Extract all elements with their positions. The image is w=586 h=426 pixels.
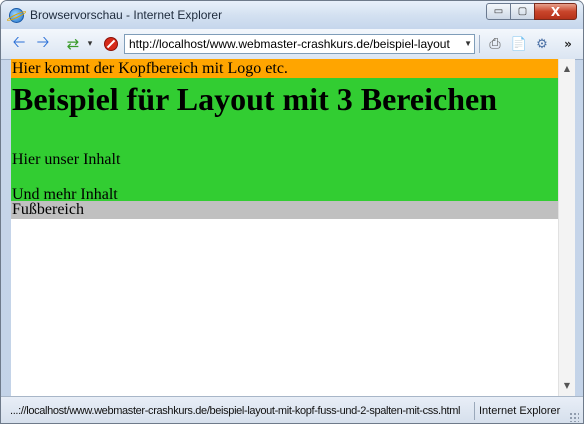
tools-icon[interactable]: ⚙ xyxy=(533,35,551,53)
page-content: Hier kommt der Kopfbereich mit Logo etc.… xyxy=(11,59,558,396)
status-url: ...://localhost/www.webmaster-crashkurs.… xyxy=(10,405,461,417)
window-controls: ▭ ▢ X xyxy=(486,3,577,22)
page-header-section: Hier kommt der Kopfbereich mit Logo etc. xyxy=(11,59,558,78)
navigation-toolbar: 🡠 🡢 ⇄ ▾ http://localhost/www.webmaster-c… xyxy=(1,29,583,60)
resize-grip-icon[interactable] xyxy=(569,412,579,422)
minimize-button[interactable]: ▭ xyxy=(486,3,511,20)
address-text: http://localhost/www.webmaster-crashkurs… xyxy=(129,37,450,51)
address-bar[interactable]: http://localhost/www.webmaster-crashkurs… xyxy=(124,34,475,54)
vertical-scrollbar[interactable]: ▲ ▼ xyxy=(558,59,575,396)
toolbar-divider xyxy=(479,35,480,53)
more-toolbar-button[interactable]: » xyxy=(559,35,577,53)
page-main-section: Beispiel für Layout mit 3 Bereichen Hier… xyxy=(11,78,558,203)
back-arrow-icon[interactable]: 🡠 xyxy=(10,32,28,53)
forward-arrow-icon[interactable]: 🡢 xyxy=(34,32,52,53)
status-bar: ...://localhost/www.webmaster-crashkurs.… xyxy=(1,396,583,423)
close-icon: X xyxy=(550,4,561,19)
content-paragraph: Hier unser Inhalt xyxy=(12,151,121,168)
refresh-icon[interactable]: ⇄ xyxy=(64,35,82,53)
scroll-down-icon[interactable]: ▼ xyxy=(559,378,575,394)
chevron-down-icon[interactable]: ▾ xyxy=(85,35,95,53)
window-title: Browservorschau - Internet Explorer xyxy=(30,8,223,22)
browser-window: Browservorschau - Internet Explorer ▭ ▢ … xyxy=(0,0,584,424)
maximize-button[interactable]: ▢ xyxy=(510,3,535,20)
minimize-icon: ▭ xyxy=(493,6,504,17)
page-icon[interactable]: 📄 xyxy=(510,35,528,53)
title-bar[interactable]: Browservorschau - Internet Explorer ▭ ▢ … xyxy=(1,1,583,30)
maximize-icon: ▢ xyxy=(517,6,528,17)
internet-explorer-icon xyxy=(9,8,24,23)
stop-icon[interactable] xyxy=(102,35,120,53)
content-paragraph: Und mehr Inhalt xyxy=(12,186,118,203)
address-dropdown-icon[interactable]: ▼ xyxy=(464,35,472,53)
page-heading: Beispiel für Layout mit 3 Bereichen xyxy=(12,81,498,117)
status-divider xyxy=(474,402,475,420)
print-icon[interactable]: ⎙ xyxy=(486,35,504,53)
scroll-up-icon[interactable]: ▲ xyxy=(559,61,575,77)
close-button[interactable]: X xyxy=(534,3,577,20)
status-zone: Internet Explorer xyxy=(479,405,561,417)
